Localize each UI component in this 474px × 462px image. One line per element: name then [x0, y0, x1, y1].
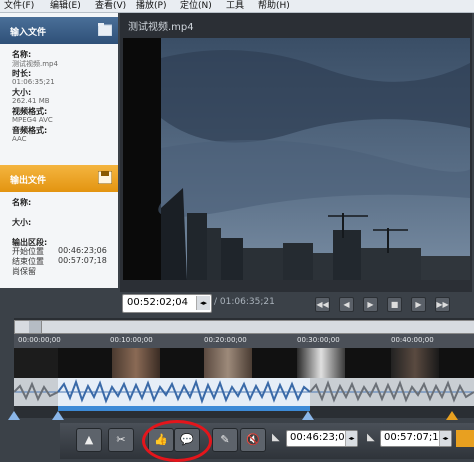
- rewind-icon[interactable]: ◀: [339, 297, 354, 312]
- timeline-scrollbar[interactable]: [14, 320, 474, 334]
- scrollbar-thumb[interactable]: [29, 321, 42, 333]
- file-info-panel: 输入文件 名称: 测试视频.mp4 时长: 01:06:35;21 大小: 26…: [0, 13, 118, 288]
- highlight-annotation: [142, 420, 212, 462]
- tick-label: 00:10:00;00: [110, 336, 153, 344]
- video-frame-image: [123, 38, 470, 280]
- start-time-caret[interactable]: ◣: [272, 432, 280, 443]
- menu-tools[interactable]: 工具: [226, 0, 244, 12]
- end-time-value: 00:57:07;18: [384, 432, 446, 443]
- menu-file[interactable]: 文件(F): [4, 0, 34, 12]
- input-audio-format-value: AAC: [12, 135, 27, 143]
- thumbnail: [112, 348, 160, 378]
- thumbnail: [14, 348, 58, 378]
- thumbnail: [297, 348, 345, 378]
- end-time-caret[interactable]: ◣: [367, 432, 375, 443]
- end-time-spinner[interactable]: ◂▸: [439, 431, 451, 446]
- start-time-value: 00:46:23;06: [290, 432, 352, 443]
- prev-frame-icon[interactable]: ◀◀: [315, 297, 330, 312]
- tick-label: 00:30:00;00: [297, 336, 340, 344]
- output-name-label: 名称:: [12, 198, 32, 207]
- input-video-format-value: MPEG4 AVC: [12, 116, 53, 124]
- menu-bar: 文件(F) 编辑(E) 查看(V) 播放(P) 定位(N) 工具 帮助(H): [0, 0, 474, 13]
- output-start-value: 00:46:23;06: [58, 246, 107, 255]
- edit-icon[interactable]: ✎: [212, 428, 238, 452]
- cut-icon[interactable]: ✂: [108, 428, 134, 452]
- total-duration: / 01:06:35;21: [214, 297, 275, 307]
- audio-waveform-track[interactable]: [13, 378, 474, 406]
- playhead-marker[interactable]: [446, 411, 458, 420]
- menu-play[interactable]: 播放(P): [136, 0, 166, 12]
- output-keep-label: 尚保留: [12, 267, 36, 276]
- output-end-value: 00:57:07;18: [58, 256, 107, 265]
- apply-button[interactable]: [456, 430, 474, 447]
- selection-range[interactable]: [58, 406, 310, 411]
- input-duration-value: 01:06:35;21: [12, 78, 55, 86]
- output-size-label: 大小:: [12, 218, 32, 227]
- tick-label: 00:20:00;00: [204, 336, 247, 344]
- current-time-value: 00:52:02;04: [127, 297, 189, 308]
- output-file-title: 输出文件: [10, 176, 47, 186]
- tick-label: 00:00:00;00: [18, 336, 61, 344]
- start-marker[interactable]: [8, 411, 20, 420]
- video-preview[interactable]: [123, 38, 470, 280]
- save-icon[interactable]: [98, 171, 112, 184]
- next-frame-icon[interactable]: ▶▶: [435, 297, 450, 312]
- menu-navigate[interactable]: 定位(N): [180, 0, 212, 12]
- stop-icon[interactable]: ■: [387, 297, 402, 312]
- folder-icon[interactable]: [98, 23, 112, 36]
- output-file-header[interactable]: 输出文件: [0, 165, 118, 192]
- range-end-handle[interactable]: [302, 411, 314, 420]
- menu-view[interactable]: 查看(V): [95, 0, 126, 12]
- range-start-handle[interactable]: [52, 411, 64, 420]
- video-title: 测试视频.mp4: [128, 22, 194, 33]
- play-icon[interactable]: ▶: [363, 297, 378, 312]
- video-track[interactable]: [14, 348, 474, 378]
- mute-icon[interactable]: 🔇: [240, 428, 266, 452]
- start-time-field[interactable]: 00:46:23;06 ◂▸: [286, 430, 358, 447]
- time-ruler[interactable]: 00:00:00;00 00:10:00;00 00:20:00;00 00:3…: [14, 334, 474, 348]
- thumbnail: [391, 348, 439, 378]
- end-time-field[interactable]: 00:57:07;18 ◂▸: [380, 430, 452, 447]
- thumbnail: [204, 348, 252, 378]
- audio-waveform: [13, 378, 474, 406]
- menu-help[interactable]: 帮助(H): [258, 0, 290, 12]
- input-file-title: 输入文件: [10, 28, 47, 38]
- input-size-value: 262.41 MB: [12, 97, 50, 105]
- input-file-header[interactable]: 输入文件: [0, 17, 118, 44]
- menu-edit[interactable]: 编辑(E): [50, 0, 81, 12]
- time-spinner[interactable]: ◂▸: [196, 296, 210, 310]
- start-time-spinner[interactable]: ◂▸: [345, 431, 357, 446]
- tick-label: 00:40:00;00: [391, 336, 434, 344]
- triangle-up-icon[interactable]: ▲: [76, 428, 102, 452]
- current-time-field[interactable]: 00:52:02;04 ◂▸: [122, 294, 212, 313]
- forward-icon[interactable]: ▶: [411, 297, 426, 312]
